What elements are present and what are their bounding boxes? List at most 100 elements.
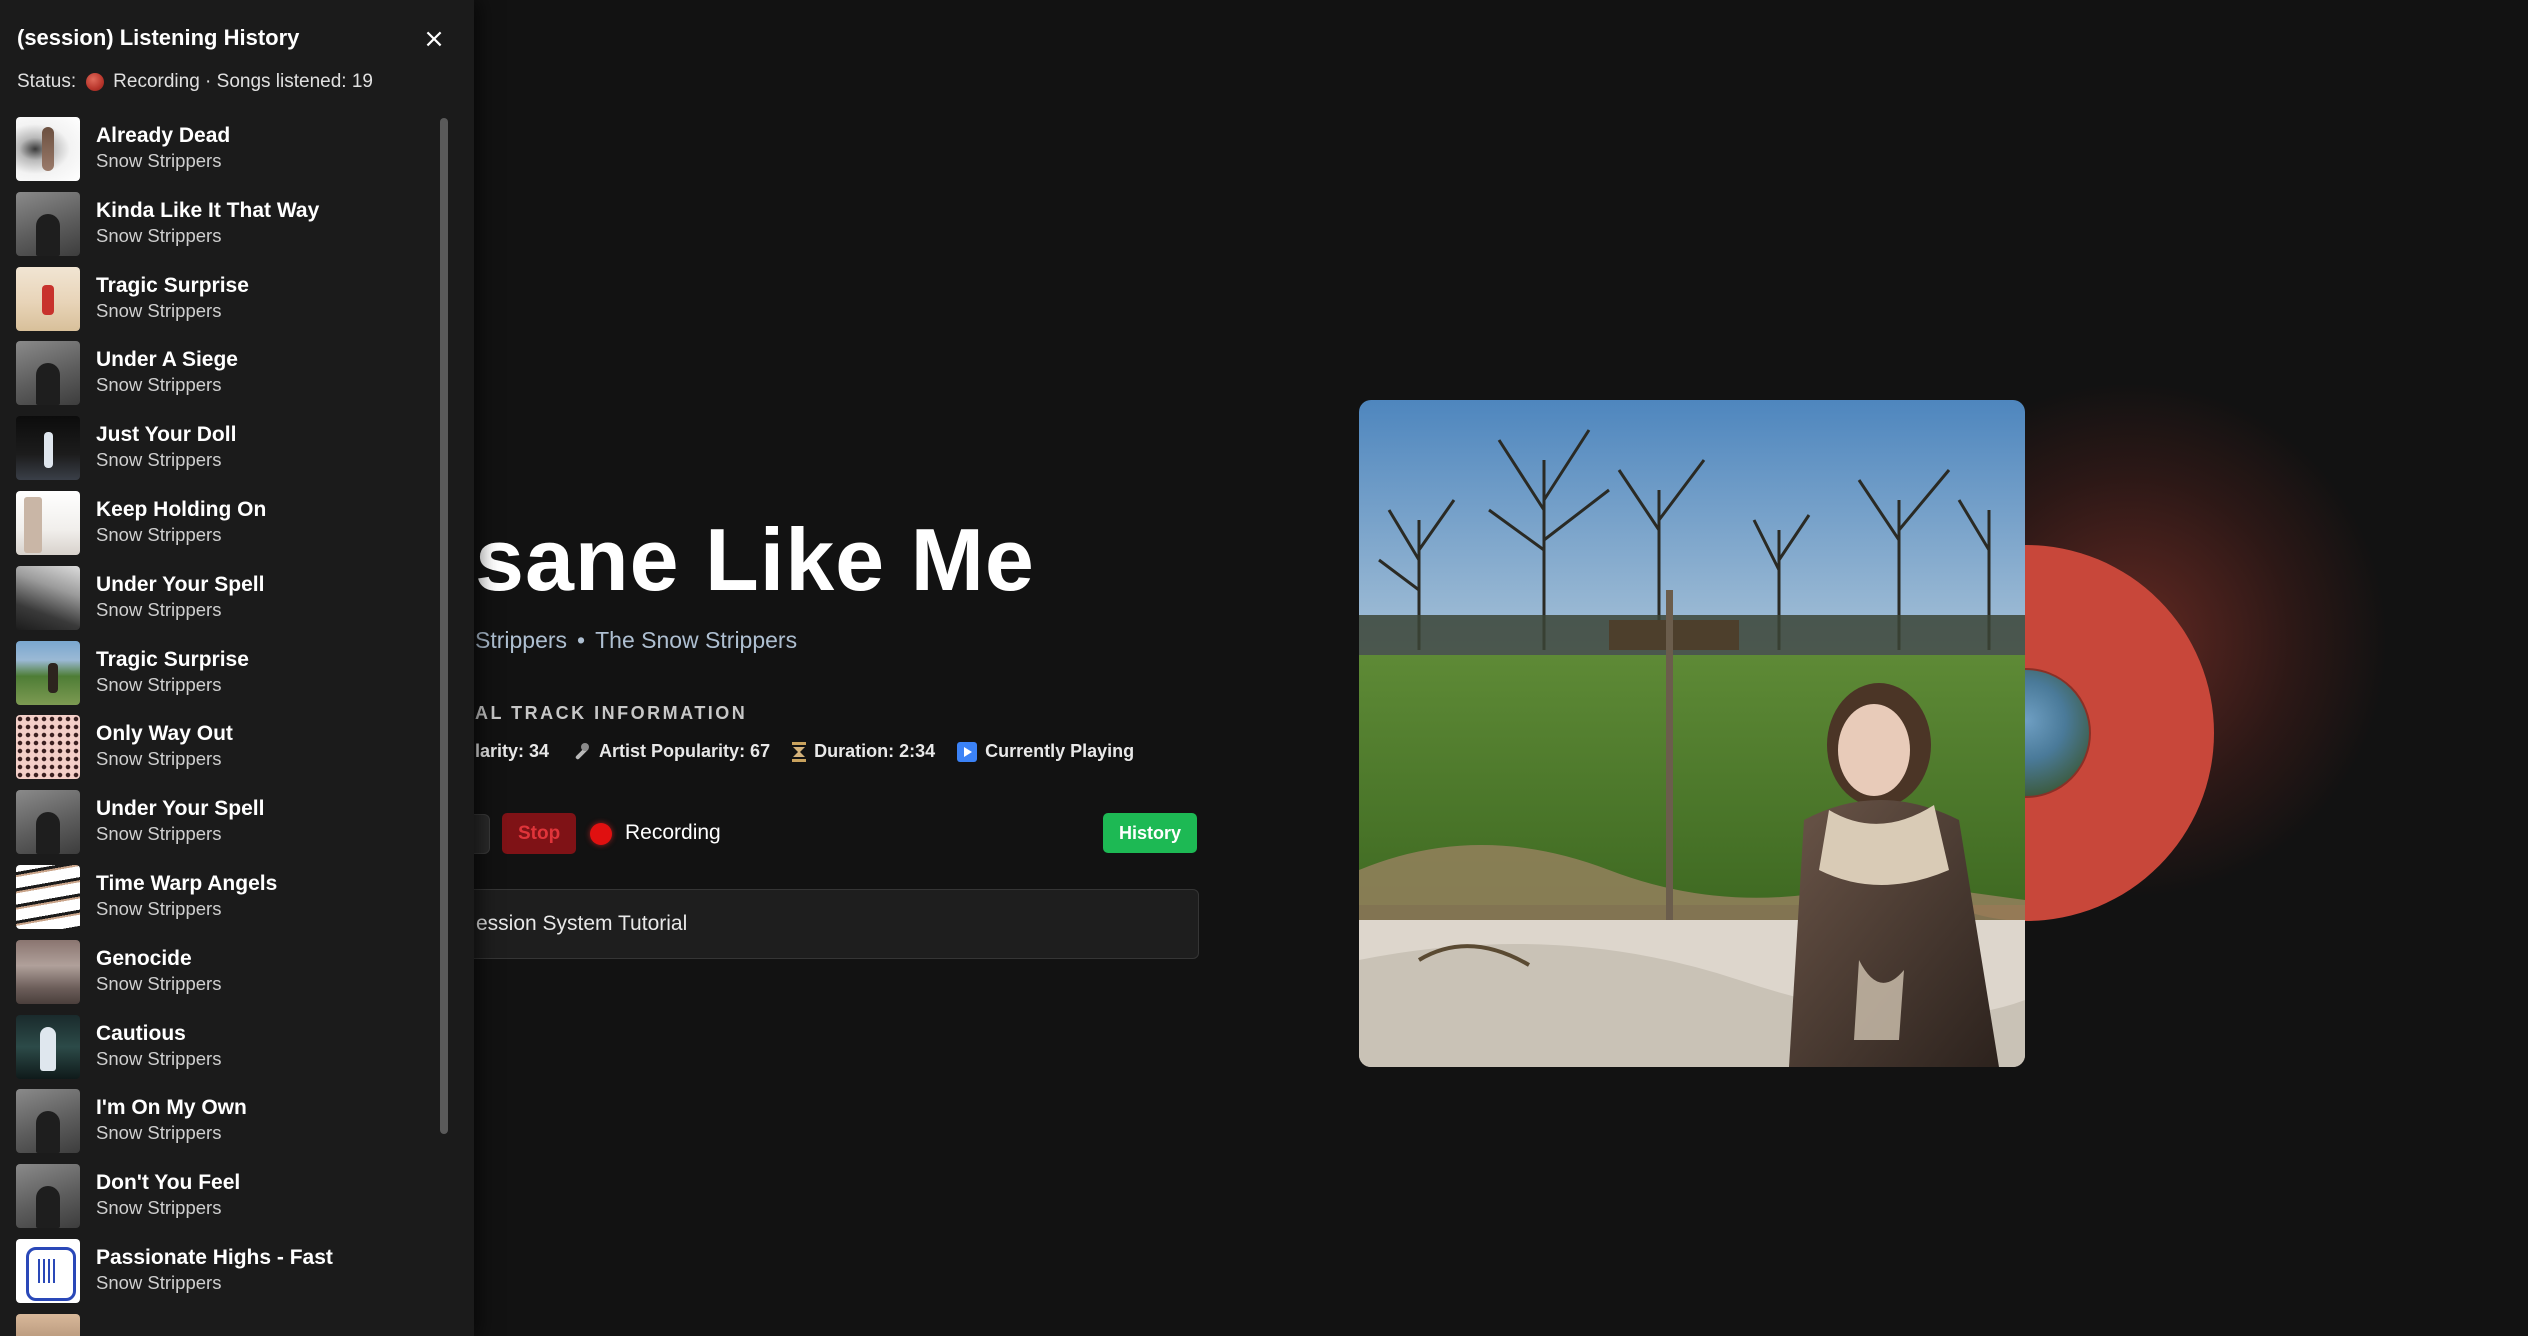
stop-button[interactable]: Stop xyxy=(502,813,577,854)
album-thumbnail xyxy=(16,939,80,1004)
song-title: I'm On My Own xyxy=(96,1096,247,1120)
album-thumbnail xyxy=(16,640,80,705)
history-list: Already Dead Snow Strippers Kinda Like It … xyxy=(0,112,450,1336)
history-item[interactable]: Under Your Spell Snow Strippers xyxy=(0,561,450,636)
song-title: Don't You Feel xyxy=(96,1171,241,1195)
status-text: Recording · Songs listened: 19 xyxy=(113,71,373,92)
session-status: Status: Recording · Songs listened: 19 xyxy=(17,71,373,93)
history-item[interactable]: Kinda Like It That Way Snow Strippers xyxy=(0,187,450,262)
song-title: Keep Holding On xyxy=(96,497,267,521)
song-title: Kinda Like It That Way xyxy=(96,198,320,222)
status-label: Currently Playing xyxy=(985,741,1135,761)
album-thumbnail xyxy=(16,864,80,929)
song-title: Tragic Surprise xyxy=(96,273,249,297)
album-thumbnail xyxy=(16,191,80,256)
artist-link[interactable]: Strippers xyxy=(475,627,567,653)
track-title: sane Like Me xyxy=(475,510,1035,609)
history-item[interactable]: Tragic Surprise Snow Strippers xyxy=(0,262,450,337)
history-item[interactable]: Tragic Surprise Snow Strippers xyxy=(0,636,450,711)
song-artist: Snow Strippers xyxy=(96,150,222,171)
artist-popularity-label: Artist Popularity: 67 xyxy=(599,741,771,761)
history-item[interactable]: Already Dead Snow Strippers xyxy=(0,112,450,187)
panel-title: (session) Listening History xyxy=(17,25,300,50)
history-item[interactable]: Only Way Out Snow Strippers xyxy=(0,710,450,785)
history-item[interactable]: Under Your Spell Snow Strippers xyxy=(0,785,450,860)
song-artist: Snow Strippers xyxy=(96,897,222,919)
song-artist: Snow Strippers xyxy=(96,823,222,845)
hourglass-icon xyxy=(792,741,807,762)
song-title: Under Your Spell xyxy=(96,572,265,596)
album-art xyxy=(1359,400,2025,1067)
song-title: Under Your Spell xyxy=(96,797,265,821)
recording-indicator-icon xyxy=(590,823,612,845)
track-stats: larity: 34 Artist Popularity: 67 Duratio… xyxy=(475,741,1156,762)
song-title: Tragic Surprise xyxy=(96,647,249,671)
album-thumbnail xyxy=(16,1089,80,1154)
song-artist: Snow Strippers xyxy=(96,972,222,994)
track-artists: Strippers • The Snow Strippers xyxy=(475,627,797,654)
history-item[interactable]: Passionate Highs - Fast Snow Strippers xyxy=(0,1234,450,1309)
song-title: Cautious xyxy=(96,1021,186,1045)
song-artist: Snow Strippers xyxy=(96,673,222,695)
song-title: Time Warp Angels xyxy=(96,871,278,895)
album-thumbnail xyxy=(16,565,80,630)
song-artist: Snow Strippers xyxy=(96,1047,222,1069)
duration-label: Duration: 2:34 xyxy=(814,741,936,761)
song-artist: Snow Strippers xyxy=(96,224,222,246)
album-thumbnail xyxy=(16,341,80,406)
history-item[interactable]: Cautious Snow Strippers xyxy=(0,1010,450,1085)
history-item[interactable]: Under A Siege Snow Strippers xyxy=(0,336,450,411)
recording-controls: Stop Recording History xyxy=(465,813,1199,855)
song-artist: Snow Strippers xyxy=(96,598,222,620)
history-item[interactable]: Don't You Feel Snow Strippers xyxy=(0,1159,450,1234)
song-artist: Snow Strippers xyxy=(96,299,222,321)
recording-dot-icon xyxy=(86,73,105,91)
album-thumbnail xyxy=(16,266,80,331)
scrollbar[interactable] xyxy=(440,118,448,1134)
popularity-label: larity: 34 xyxy=(475,741,550,761)
album-thumbnail xyxy=(16,117,80,181)
song-artist: Snow Strippers xyxy=(96,449,222,471)
song-title: Just Your Doll xyxy=(96,423,237,447)
song-artist: Snow Strippers xyxy=(96,374,222,396)
stat-artist-popularity: Artist Popularity: 67 xyxy=(571,741,770,762)
stat-status: Currently Playing xyxy=(957,741,1134,762)
listening-history-panel: (session) Listening History × Status: Re… xyxy=(0,0,474,1336)
song-artist: Snow Strippers xyxy=(96,1122,222,1144)
album-artist-link[interactable]: The Snow Strippers xyxy=(595,627,797,653)
history-item[interactable]: I'm On My Own Snow Strippers xyxy=(0,1084,450,1159)
album-thumbnail xyxy=(16,1313,80,1336)
song-title: Already Dead xyxy=(96,124,231,147)
album-thumbnail xyxy=(16,1164,80,1229)
album-thumbnail xyxy=(16,1014,80,1079)
album-thumbnail xyxy=(16,416,80,481)
album-art-image xyxy=(1359,400,2025,1067)
song-artist: Snow Strippers xyxy=(96,748,222,770)
recording-label: Recording xyxy=(625,821,721,844)
history-item[interactable]: Time Warp Angels Snow Strippers xyxy=(0,860,450,935)
song-title: Genocide xyxy=(96,946,192,970)
album-thumbnail xyxy=(16,790,80,855)
tutorial-link[interactable]: ession System Tutorial xyxy=(435,889,1199,959)
history-item[interactable]: Keep Holding On Snow Strippers xyxy=(0,486,450,561)
history-button[interactable]: History xyxy=(1103,813,1198,853)
play-icon xyxy=(957,741,978,762)
song-artist: Snow Strippers xyxy=(96,1271,222,1293)
history-item[interactable] xyxy=(0,1309,450,1336)
song-title: Under A Siege xyxy=(96,348,238,372)
artist-separator: • xyxy=(577,627,586,653)
status-prefix: Status: xyxy=(17,71,77,92)
history-item[interactable]: Genocide Snow Strippers xyxy=(0,935,450,1010)
album-thumbnail xyxy=(16,490,80,555)
song-artist: Snow Strippers xyxy=(96,523,222,545)
song-title: Passionate Highs - Fast xyxy=(96,1245,333,1269)
song-title: Only Way Out xyxy=(96,722,233,746)
album-thumbnail xyxy=(16,1238,80,1303)
close-icon[interactable]: × xyxy=(421,26,447,52)
history-item[interactable]: Just Your Doll Snow Strippers xyxy=(0,411,450,486)
stat-duration: Duration: 2:34 xyxy=(792,741,935,762)
album-thumbnail xyxy=(16,715,80,780)
song-artist: Snow Strippers xyxy=(96,1197,222,1219)
scrollbar-thumb[interactable] xyxy=(440,118,448,1134)
stat-popularity: larity: 34 xyxy=(475,741,549,762)
